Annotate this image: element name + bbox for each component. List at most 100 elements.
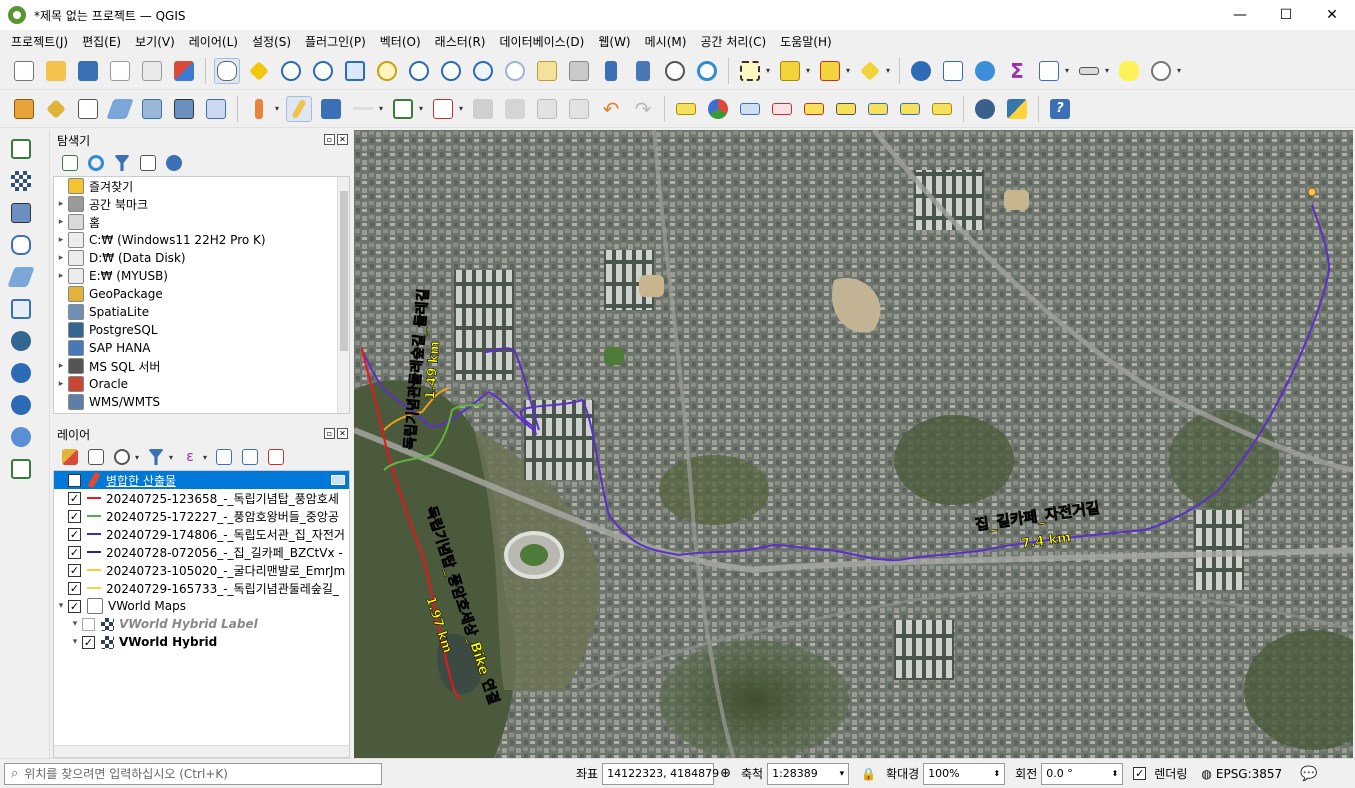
filter-browser-icon[interactable]	[112, 153, 132, 173]
add-mesh-icon[interactable]	[8, 200, 34, 226]
new-3d-view-icon[interactable]	[566, 58, 592, 84]
layout-manager-icon[interactable]	[139, 58, 165, 84]
layer-row[interactable]: ✓ 20240729-174806_-_독립도서관_집_자전거	[54, 525, 349, 543]
add-vector-tile-icon[interactable]	[8, 456, 34, 482]
copy-features-icon[interactable]	[534, 96, 560, 122]
browser-item[interactable]: WMS/WMTS	[54, 393, 349, 411]
layer-visibility-checkbox[interactable]: ✓	[82, 635, 95, 649]
expand-arrow-icon[interactable]: ▾	[68, 637, 82, 647]
help-icon[interactable]: ?	[1047, 96, 1073, 122]
field-calculator-icon[interactable]	[972, 58, 998, 84]
temporal-controller-icon[interactable]	[662, 58, 688, 84]
menu-processing[interactable]: 공간 처리(C)	[693, 33, 773, 50]
minimize-button[interactable]: —	[1217, 0, 1263, 30]
browser-scrollbar[interactable]	[337, 177, 349, 413]
menu-web[interactable]: 웹(W)	[591, 33, 637, 50]
zoom-in-icon[interactable]	[278, 58, 304, 84]
zoom-last-icon[interactable]	[470, 58, 496, 84]
menu-project[interactable]: 프로젝트(J)	[4, 33, 75, 50]
pan-hand-icon[interactable]	[214, 57, 240, 84]
zoom-to-selection-icon[interactable]	[374, 58, 400, 84]
add-mesh-layer-icon[interactable]	[171, 96, 197, 122]
style-manager-icon[interactable]	[171, 58, 197, 84]
vertex-tool-icon[interactable]	[390, 96, 416, 122]
scale-combobox[interactable]: 1:28389 ▾	[767, 762, 850, 785]
menu-plugins[interactable]: 플러그인(P)	[298, 33, 373, 50]
select-location-icon[interactable]	[857, 58, 883, 84]
paste-features-icon[interactable]	[566, 96, 592, 122]
undo-icon[interactable]: ↶	[598, 96, 624, 122]
new-shapefile-icon[interactable]	[106, 96, 134, 122]
close-layers-panel-button[interactable]: ✕	[337, 428, 348, 439]
layer-visibility-checkbox[interactable]: ✓	[68, 599, 81, 613]
layer-visibility-checkbox[interactable]: ✓	[68, 527, 81, 541]
add-wms-icon[interactable]	[8, 360, 34, 386]
save-project-icon[interactable]	[75, 58, 101, 84]
change-label-icon[interactable]	[929, 96, 955, 122]
bookmark-new-icon[interactable]	[598, 58, 624, 84]
zoom-out-icon[interactable]	[310, 58, 336, 84]
pin-labels-icon[interactable]	[801, 96, 827, 122]
open-table-icon[interactable]	[1036, 58, 1062, 84]
cut-features-icon[interactable]	[502, 96, 528, 122]
delete-selected-icon[interactable]	[470, 96, 496, 122]
show-hide-labels-icon[interactable]	[833, 96, 859, 122]
collapse-all-layers-icon[interactable]	[240, 447, 260, 467]
browser-item[interactable]: ▸ D:₩ (Data Disk)	[54, 249, 349, 267]
label-toolbar-icon[interactable]	[673, 96, 699, 122]
new-project-icon[interactable]	[11, 58, 37, 84]
menu-layer[interactable]: 레이어(L)	[182, 33, 245, 50]
layer-visibility-checkbox[interactable]: ✓	[68, 563, 81, 577]
layer-row[interactable]: ✓ 20240725-123658_-_독립기념탑_풍암호세	[54, 489, 349, 507]
layer-row[interactable]: ✓ 20240728-072056_-_집_길카페_BZCtVx -	[54, 543, 349, 561]
float-layers-panel-button[interactable]: ▫	[324, 428, 335, 439]
new-map-view-icon[interactable]	[534, 58, 560, 84]
pan-to-selection-icon[interactable]	[246, 58, 272, 84]
browser-item[interactable]: ▸ 공간 북마크	[54, 195, 349, 213]
expand-all-icon[interactable]	[214, 447, 234, 467]
layers-h-scrollbar[interactable]	[54, 745, 349, 757]
expand-arrow-icon[interactable]: ▾	[54, 601, 68, 611]
browser-item[interactable]: ▸ Oracle	[54, 375, 349, 393]
new-print-layout-icon[interactable]	[107, 58, 133, 84]
map-canvas[interactable]: 독립기념관둘레숲길_둘레길 1.49 km 독립기념탑_풍암호세상_Bike 연…	[354, 130, 1353, 758]
quickmapservices-icon[interactable]	[972, 96, 998, 122]
menu-database[interactable]: 데이터베이스(D)	[492, 33, 591, 50]
modify-attributes-icon[interactable]	[430, 96, 456, 122]
browser-item[interactable]: SAP HANA	[54, 339, 349, 357]
identify-features-icon[interactable]	[908, 58, 934, 84]
expand-arrow-icon[interactable]: ▸	[54, 199, 68, 209]
layer-row[interactable]: ▾ ✓ VWorld Maps	[54, 597, 349, 615]
zoom-native-icon[interactable]	[438, 58, 464, 84]
toggle-editing-pencil-icon[interactable]	[286, 95, 312, 122]
add-vector-layer-icon[interactable]	[43, 96, 69, 122]
globe-crs-icon[interactable]: ◍	[1201, 767, 1211, 781]
layer-row[interactable]: ✓ 20240725-172227_-_풍암호왕버들_중앙공	[54, 507, 349, 525]
browser-item[interactable]: ▸ C:₩ (Windows11 22H2 Pro K)	[54, 231, 349, 249]
manage-map-themes-icon[interactable]	[112, 447, 132, 467]
locator-search-input[interactable]: ⌕ 위치를 찾으려면 입력하십시오 (Ctrl+K)	[4, 762, 382, 785]
render-checkbox[interactable]: ✓	[1133, 767, 1147, 780]
magnifier-spinbox[interactable]: 100% ⬍	[923, 762, 1006, 785]
layer-row[interactable]: ▾ ✓ VWorld Hybrid	[54, 633, 349, 651]
coordinate-field[interactable]: 14122323, 4184879	[602, 762, 719, 785]
add-delimited-text-icon[interactable]	[75, 96, 101, 122]
current-edits-icon[interactable]	[246, 96, 272, 122]
menu-help[interactable]: 도움말(H)	[773, 33, 839, 50]
layer-visibility-checkbox[interactable]: ✓	[68, 545, 81, 559]
add-virtual-layer-icon[interactable]	[203, 96, 229, 122]
expand-arrow-icon[interactable]: ▸	[54, 271, 68, 281]
layer-row[interactable]: ✓ 20240729-165733_-_독립기념관둘레숲길_	[54, 579, 349, 597]
refresh-browser-icon[interactable]	[86, 153, 106, 173]
map-svg[interactable]: 독립기념관둘레숲길_둘레길 1.49 km 독립기념탑_풍암호세상_Bike 연…	[354, 130, 1353, 758]
close-panel-button[interactable]: ✕	[337, 134, 348, 145]
add-wfs-icon[interactable]	[8, 392, 34, 418]
properties-info-icon[interactable]	[164, 153, 184, 173]
expand-arrow-icon[interactable]: ▸	[54, 253, 68, 263]
refresh-icon[interactable]	[694, 58, 720, 84]
layer-visibility-checkbox[interactable]: ✓	[68, 491, 81, 505]
add-gps-icon[interactable]	[7, 264, 35, 290]
layer-visibility-checkbox[interactable]	[82, 617, 95, 631]
measure-line-icon[interactable]	[1076, 58, 1102, 84]
expand-arrow-icon[interactable]: ▸	[54, 235, 68, 245]
